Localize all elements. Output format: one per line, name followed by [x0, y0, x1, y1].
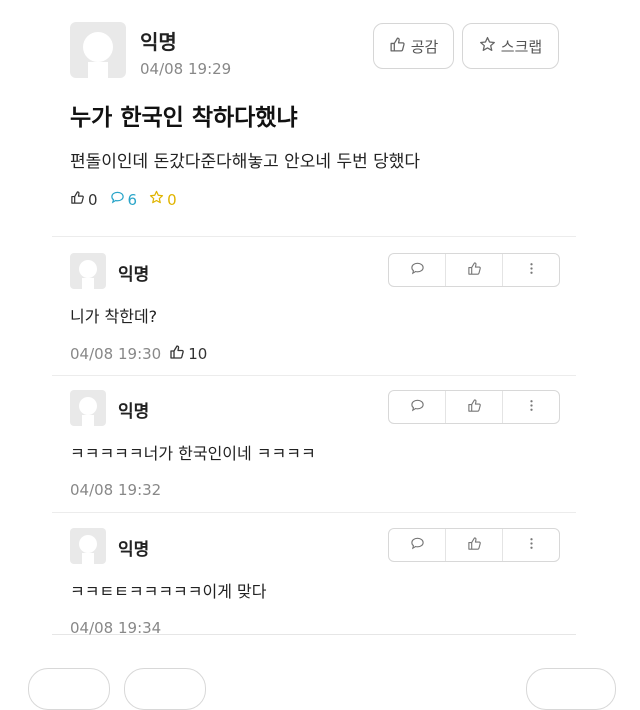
comment-author-avatar: [70, 528, 106, 564]
speech-bubble-icon: [410, 398, 425, 417]
comment-timestamp: 04/08 19:34: [70, 619, 162, 637]
post-like-count: 0: [70, 190, 98, 209]
comment-item: 익명 ㅋㅋㅋㅋㅋ너가 한국인이네 ㅋㅋㅋㅋ 04/08 19:32: [70, 390, 560, 505]
speech-bubble-icon: [410, 261, 425, 280]
comment-author-avatar: [70, 390, 106, 426]
thumbs-up-icon: [169, 344, 185, 364]
post-author-name: 익명: [140, 30, 177, 54]
comment-meta: 04/08 19:32: [70, 481, 161, 499]
comment-actions: [388, 528, 560, 562]
comment-author-avatar: [70, 253, 106, 289]
scrap-button[interactable]: 스크랩: [462, 23, 559, 69]
post-card: 익명 04/08 19:29 공감 스크랩 누가 한국인 착하다했냐 편돌이인데…: [52, 0, 576, 637]
post-author-avatar: [70, 22, 126, 78]
comment-like-button[interactable]: [446, 529, 503, 561]
post-scrap-count: 0: [149, 190, 177, 209]
reply-button[interactable]: [389, 254, 446, 286]
thumbs-up-icon: [70, 190, 85, 209]
comment-more-button[interactable]: [503, 529, 559, 561]
star-icon: [479, 36, 496, 57]
post-body: 편돌이인데 돈갔다준다해놓고 안오네 두번 당했다: [70, 152, 421, 172]
thumbs-up-icon: [467, 398, 482, 417]
comment-like-count: 10: [169, 344, 207, 364]
comment-text: ㅋㅋㅌㅌㅋㅋㅋㅋㅋ이게 맞다: [70, 582, 267, 601]
thumbs-up-icon: [467, 536, 482, 555]
comment-item: 익명 ㅋㅋㅌㅌㅋㅋㅋㅋㅋ이게 맞다 04/08 19:34: [70, 528, 560, 637]
speech-bubble-icon: [410, 536, 425, 555]
star-icon: [149, 190, 164, 209]
scrap-count-value: 0: [167, 190, 177, 209]
bottom-nav-button[interactable]: [28, 668, 110, 710]
comment-like-button[interactable]: [446, 254, 503, 286]
comment-author-name: 익명: [118, 265, 150, 285]
comment-like-value: 10: [188, 345, 208, 363]
comment-more-button[interactable]: [503, 391, 559, 423]
comment-author-name: 익명: [118, 402, 150, 422]
comment-text: 니가 착한데?: [70, 307, 158, 326]
comment-timestamp: 04/08 19:30: [70, 345, 162, 363]
thumbs-up-icon: [467, 261, 482, 280]
post-timestamp: 04/08 19:29: [140, 60, 232, 78]
comment-author-name: 익명: [118, 540, 150, 560]
vertical-dots-icon: [524, 398, 539, 417]
comment-meta: 04/08 19:34: [70, 619, 161, 637]
comment-meta: 04/08 19:30 10: [70, 344, 207, 364]
bottom-nav-button[interactable]: [526, 668, 616, 710]
comment-actions: [388, 253, 560, 287]
bottom-nav-button[interactable]: [124, 668, 206, 710]
comment-more-button[interactable]: [503, 254, 559, 286]
comment-count-value: 6: [127, 190, 138, 209]
vertical-dots-icon: [524, 536, 539, 555]
vertical-dots-icon: [524, 261, 539, 280]
comment-text: ㅋㅋㅋㅋㅋ너가 한국인이네 ㅋㅋㅋㅋ: [70, 444, 316, 463]
like-button-label: 공감: [410, 37, 439, 56]
thumbs-up-icon: [389, 36, 406, 57]
scrap-button-label: 스크랩: [500, 37, 543, 56]
post-stats: 0 6 0: [70, 190, 189, 209]
comment-timestamp: 04/08 19:32: [70, 481, 162, 499]
like-button[interactable]: 공감: [373, 23, 454, 69]
post-comment-count: 6: [110, 190, 138, 209]
divider: [52, 236, 576, 237]
comment-item: 익명 니가 착한데? 04/08 19:30 10: [70, 253, 560, 368]
divider: [52, 375, 576, 376]
divider: [52, 512, 576, 513]
like-count-value: 0: [88, 190, 98, 209]
speech-bubble-icon: [110, 190, 125, 209]
post-title: 누가 한국인 착하다했냐: [70, 105, 298, 131]
comment-actions: [388, 390, 560, 424]
comment-like-button[interactable]: [446, 391, 503, 423]
reply-button[interactable]: [389, 391, 446, 423]
reply-button[interactable]: [389, 529, 446, 561]
